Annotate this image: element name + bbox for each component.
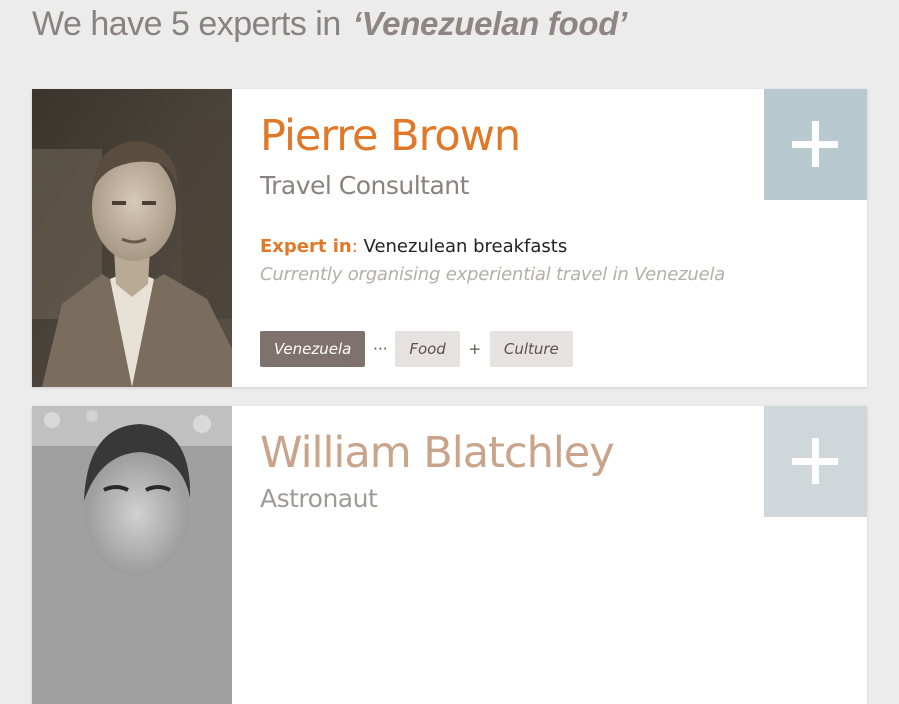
expert-details: William Blatchley Astronaut <box>260 406 763 704</box>
search-query: ‘Venezuelan food’ <box>352 5 628 42</box>
expert-role: Travel Consultant <box>260 171 469 200</box>
tag-food[interactable]: Food <box>395 331 460 367</box>
add-expert-button[interactable] <box>764 406 867 517</box>
tag-separator: ··· <box>373 340 388 358</box>
tag-culture[interactable]: Culture <box>489 331 573 367</box>
expert-photo <box>32 406 232 704</box>
expert-name[interactable]: William Blatchley <box>260 428 615 478</box>
expert-card[interactable]: William Blatchley Astronaut <box>32 406 867 704</box>
tag-separator: + <box>468 340 482 358</box>
expert-name[interactable]: Pierre Brown <box>260 111 521 161</box>
tag-venezuela[interactable]: Venezuela <box>260 331 366 367</box>
expert-status: Currently organising experiential travel… <box>260 264 726 285</box>
results-count-text: We have 5 experts in <box>32 4 341 43</box>
expertise-label: Expert in <box>260 236 352 257</box>
expertise-value: Venezulean breakfasts <box>357 236 568 257</box>
results-heading: We have 5 experts in ‘Venezuelan food’ <box>32 0 627 48</box>
expert-photo <box>32 89 232 387</box>
tag-list: Venezuela ··· Food + Culture <box>260 331 573 367</box>
expert-role: Astronaut <box>260 484 378 513</box>
expertise-line: Expert in: Venezulean breakfasts <box>260 236 567 257</box>
expert-card[interactable]: Pierre Brown Travel Consultant Expert in… <box>32 89 867 387</box>
add-expert-button[interactable] <box>764 89 867 200</box>
expert-details: Pierre Brown Travel Consultant Expert in… <box>260 89 763 387</box>
